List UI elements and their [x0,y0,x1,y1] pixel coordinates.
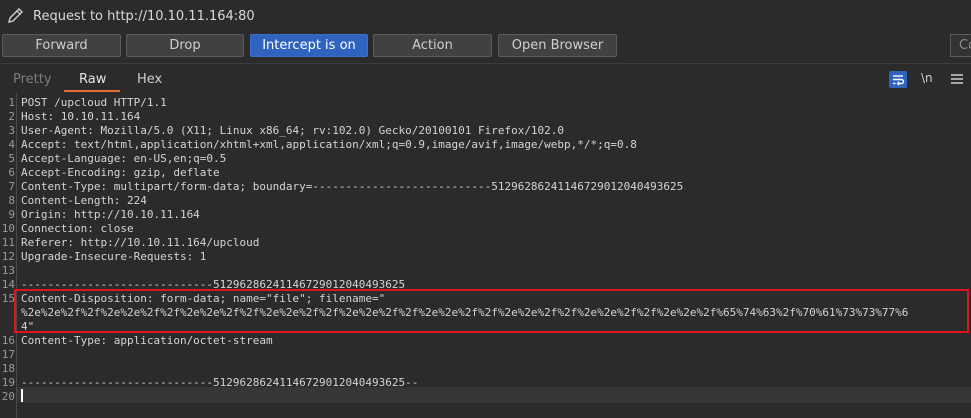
line-number: 1 [8,96,15,109]
request-title: Request to http://10.10.11.164:80 [33,9,255,24]
content-type-header: Content-Type: multipart/form-data; bound… [21,180,684,193]
title-bar: Request to http://10.10.11.164:80 [0,0,971,33]
raw-request-editor[interactable]: 1 2 3 4 5 6 7 8 9 10 11 12 13 14 15 16 1… [0,93,971,418]
line-number: 6 [8,166,15,179]
show-newlines-toggle[interactable]: \n [921,71,933,85]
line-number: 9 [8,208,15,221]
intercept-toolbar: Forward Drop Intercept is on Action Open… [0,33,971,59]
tab-pretty[interactable]: Pretty [13,72,52,87]
accept-encoding-header: Accept-Encoding: gzip, deflate [21,166,220,179]
origin-header: Origin: http://10.10.11.164 [21,208,200,221]
line-number: 19 [1,376,15,389]
line-number: 14 [1,278,15,291]
word-wrap-toggle[interactable] [889,71,907,88]
part-content-type: Content-Type: application/octet-stream [21,334,273,347]
line-number: 17 [1,348,15,361]
toolbar-divider [0,63,971,64]
tab-hex[interactable]: Hex [137,72,162,87]
tab-raw[interactable]: Raw [79,72,106,87]
line-number: 8 [8,194,15,207]
connection-header: Connection: close [21,222,134,235]
line-number: 10 [1,222,15,235]
line-number: 7 [8,180,15,193]
pencil-icon [8,8,23,23]
referer-header: Referer: http://10.10.11.164/upcloud [21,236,260,249]
payload-highlight-box [14,289,969,333]
action-button[interactable]: Action [373,34,492,57]
hamburger-menu-icon[interactable] [950,72,964,86]
text-caret [21,389,23,402]
line-number: 15 [1,292,15,305]
line-number: 2 [8,110,15,123]
user-agent-header: User-Agent: Mozilla/5.0 (X11; Linux x86_… [21,124,565,137]
forward-button[interactable]: Forward [2,34,121,57]
wrap-lines-icon [893,75,905,86]
request-line: POST /upcloud HTTP/1.1 [21,96,167,109]
line-number: 5 [8,152,15,165]
line-number: 16 [1,334,15,347]
active-tab-indicator [64,90,120,92]
intercept-toggle-button[interactable]: Intercept is on [250,34,368,57]
comment-field[interactable]: Co [950,34,971,57]
multipart-closing-boundary: -----------------------------51296286241… [21,376,419,389]
line-number: 3 [8,124,15,137]
accept-header: Accept: text/html,application/xhtml+xml,… [21,138,637,151]
drop-button[interactable]: Drop [126,34,244,57]
line-number: 11 [1,236,15,249]
gutter-divider [16,93,17,418]
line-number: 12 [1,250,15,263]
accept-language-header: Accept-Language: en-US,en;q=0.5 [21,152,227,165]
content-length-header: Content-Length: 224 [21,194,147,207]
line-number: 18 [1,362,15,375]
line-number: 20 [1,390,15,403]
host-header: Host: 10.10.11.164 [21,110,141,123]
line-number: 4 [8,138,15,151]
line-number: 13 [1,264,15,277]
message-view-tabs: Pretty Raw Hex \n [0,66,971,93]
open-browser-button[interactable]: Open Browser [498,34,617,57]
upgrade-insecure-header: Upgrade-Insecure-Requests: 1 [21,250,207,263]
